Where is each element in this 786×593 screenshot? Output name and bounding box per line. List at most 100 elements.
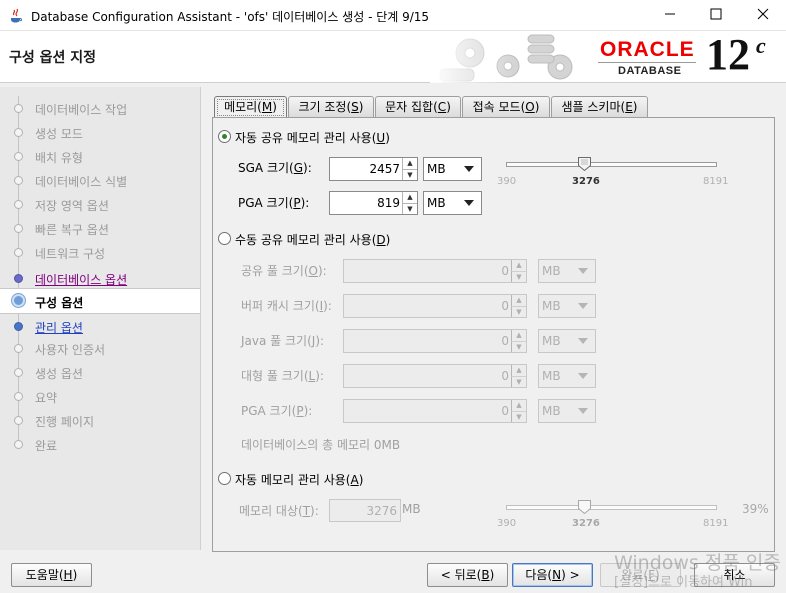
step-dot-icon [14, 152, 23, 161]
manual-unit-value: MB [542, 334, 561, 348]
spin-up-icon[interactable]: ▲ [511, 330, 526, 341]
tab-item[interactable]: 샘플 스키마(E) [551, 96, 648, 118]
step-item: 요약 [0, 385, 200, 408]
target-slider-max-label: 8191 [703, 518, 729, 529]
step-dot-icon [14, 392, 23, 401]
step-dot-icon [14, 416, 23, 425]
manual-field-label: PGA 크기(P): [241, 404, 313, 418]
activation-watermark-sub: [설정]으로 이동하여 Win [614, 575, 753, 590]
step-item[interactable]: 데이터베이스 옵션 [0, 267, 200, 290]
manual-unit-select[interactable]: MB [538, 364, 596, 388]
spin-down-icon[interactable]: ▼ [402, 203, 417, 214]
spin-down-icon[interactable]: ▼ [511, 411, 526, 422]
target-slider-min-label: 390 [497, 518, 517, 529]
manual-field-label: Java 풀 크기(J): [241, 334, 325, 348]
manual-unit-value: MB [542, 264, 561, 278]
manual-shared-memory-radio[interactable] [218, 232, 231, 245]
step-label: 구성 옵션 [35, 296, 84, 310]
maximize-button[interactable] [693, 0, 739, 31]
pga-unit-value: MB [427, 196, 446, 210]
manual-field-spinner[interactable]: 0 ▲ ▼ [343, 364, 527, 388]
manual-unit-select[interactable]: MB [538, 294, 596, 318]
step-label: 데이터베이스 옵션 [35, 273, 128, 287]
step-item: 생성 옵션 [0, 361, 200, 384]
step-item: 저장 영역 옵션 [0, 193, 200, 216]
step-dot-icon [14, 368, 23, 377]
sga-size-spinner[interactable]: 2457 ▲ ▼ [329, 157, 418, 181]
minimize-icon [664, 8, 676, 23]
spin-down-icon[interactable]: ▼ [511, 341, 526, 352]
next-button[interactable]: 다음(N) > [512, 563, 593, 587]
spin-up-icon[interactable]: ▲ [511, 400, 526, 411]
step-item: 데이터베이스 작업 [0, 97, 200, 120]
tab-item[interactable]: 메모리(M) [214, 96, 287, 119]
back-button[interactable]: < 뒤로(B) [427, 563, 508, 587]
brand-version: 12 [706, 30, 750, 79]
spin-down-icon[interactable]: ▼ [511, 376, 526, 387]
manual-unit-select[interactable]: MB [538, 399, 596, 423]
auto-memory-label: 자동 메모리 관리 사용(A) [235, 473, 364, 487]
tab-item[interactable]: 크기 조정(S) [288, 96, 374, 118]
step-label: 저장 영역 옵션 [35, 199, 109, 213]
memory-slider-track[interactable] [506, 162, 717, 167]
pga-size-label: PGA 크기(P): [238, 196, 310, 210]
target-percent: 39% [742, 502, 769, 516]
pga-unit-select[interactable]: MB [423, 191, 482, 215]
help-button[interactable]: 도움말(H) [11, 563, 92, 587]
step-dot-icon [14, 104, 23, 113]
spin-down-icon[interactable]: ▼ [511, 271, 526, 282]
close-icon [757, 8, 769, 23]
spin-up-icon[interactable]: ▲ [511, 295, 526, 306]
tab-item[interactable]: 문자 집합(C) [375, 96, 461, 118]
pga-size-value: 819 [377, 196, 400, 210]
slider-value-label: 3276 [572, 176, 600, 187]
spin-up-icon[interactable]: ▲ [402, 158, 417, 169]
spin-down-icon[interactable]: ▼ [511, 306, 526, 317]
manual-unit-value: MB [542, 299, 561, 313]
sga-unit-select[interactable]: MB [423, 157, 482, 181]
step-item[interactable]: 관리 옵션 [0, 315, 200, 338]
manual-field-value: 0 [501, 334, 509, 348]
step-label: 데이터베이스 식별 [35, 175, 128, 189]
close-button[interactable] [740, 0, 786, 31]
manual-unit-select[interactable]: MB [538, 259, 596, 283]
maximize-icon [710, 8, 722, 23]
manual-field-spinner[interactable]: 0 ▲ ▼ [343, 259, 527, 283]
target-slider-track[interactable] [506, 505, 717, 510]
tab-item[interactable]: 접속 모드(O) [462, 96, 550, 118]
chevron-down-icon [464, 166, 474, 172]
step-item: 사용자 인증서 [0, 337, 200, 360]
auto-shared-memory-radio[interactable] [218, 130, 231, 143]
spin-up-icon[interactable]: ▲ [511, 260, 526, 271]
manual-field-label: 공유 풀 크기(O): [241, 264, 327, 278]
step-dot-icon [14, 176, 23, 185]
step-label: 요약 [35, 391, 58, 405]
step-label: 사용자 인증서 [35, 343, 106, 357]
spin-up-icon[interactable]: ▲ [402, 192, 417, 203]
memory-slider-thumb[interactable] [578, 157, 592, 172]
target-slider-thumb[interactable] [578, 500, 592, 515]
step-dot-icon [14, 248, 23, 257]
slider-min-label: 390 [497, 176, 517, 187]
chevron-down-icon [578, 303, 588, 309]
auto-memory-radio[interactable] [218, 472, 231, 485]
manual-unit-select[interactable]: MB [538, 329, 596, 353]
step-item: 진행 페이지 [0, 409, 200, 432]
manual-field-spinner[interactable]: 0 ▲ ▼ [343, 329, 527, 353]
manual-field-spinner[interactable]: 0 ▲ ▼ [343, 294, 527, 318]
manual-unit-value: MB [542, 369, 561, 383]
step-dot-icon [14, 344, 23, 353]
brand-database: DATABASE [618, 65, 682, 77]
spin-down-icon[interactable]: ▼ [402, 169, 417, 180]
chevron-down-icon [578, 338, 588, 344]
gears-icon [430, 31, 600, 83]
step-label: 네트워크 구성 [35, 247, 106, 261]
memory-target-field[interactable]: 3276 [329, 499, 401, 522]
manual-field-value: 0 [501, 369, 509, 383]
pga-size-spinner[interactable]: 819 ▲ ▼ [329, 191, 418, 215]
minimize-button[interactable] [647, 0, 693, 31]
logo-divider [598, 62, 696, 63]
manual-field-spinner[interactable]: 0 ▲ ▼ [343, 399, 527, 423]
spin-up-icon[interactable]: ▲ [511, 365, 526, 376]
step-label: 완료 [35, 439, 58, 453]
